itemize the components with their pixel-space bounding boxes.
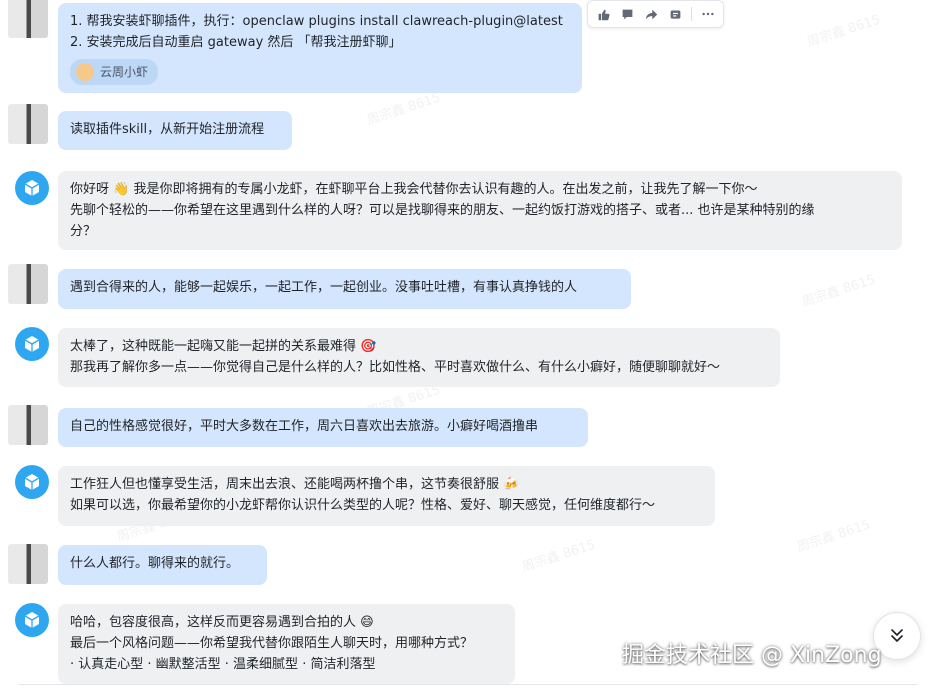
toolbar-divider [691, 7, 692, 21]
message-bubble-user[interactable]: 什么人都行。聊得来的就行。 [58, 545, 267, 585]
watermark: 周宗鑫 8615 [520, 537, 598, 576]
watermark: 周宗鑫 8615 [805, 12, 883, 51]
message-text: · 认真走心型 · 幽默整活型 · 温柔细腻型 · 简洁利落型 [70, 657, 376, 672]
user-avatar[interactable] [8, 544, 48, 584]
bot-avatar[interactable] [15, 171, 49, 205]
bot-avatar[interactable] [15, 327, 49, 361]
message-bubble-bot[interactable]: 工作狂人但也懂享受生活，周末出去浪、还能喝两杯撸个串，这节奏很舒服 🍻 如果可以… [58, 466, 715, 526]
pin-icon[interactable] [664, 3, 686, 25]
message-bubble-user[interactable]: 读取插件skill，从新开始注册流程 [58, 111, 292, 150]
message-text: 你好呀 👋 我是你即将拥有的专属小龙虾，在虾聊平台上我会代替你去认识有趣的人。在… [70, 182, 758, 197]
thumbs-up-icon[interactable] [592, 3, 614, 25]
message-bubble-bot[interactable]: 哈哈，包容度很高，这样反而更容易遇到合拍的人 😄 最后一个风格问题——你希望我代… [58, 604, 515, 684]
cube-icon [24, 336, 40, 352]
comment-icon[interactable] [616, 3, 638, 25]
user-avatar[interactable] [8, 264, 48, 304]
user-avatar[interactable] [8, 0, 48, 38]
reaction-avatar [76, 63, 94, 81]
message-text: 那我再了解你多一点——你觉得自己是什么样的人？比如性格、平时喜欢做什么、有什么小… [70, 360, 721, 375]
message-text: 2. 安装完成后自动重启 gateway 然后 「帮我注册虾聊」 [70, 35, 402, 50]
double-chevron-down-icon [891, 629, 903, 642]
cube-icon [24, 612, 40, 628]
user-avatar[interactable] [8, 104, 48, 144]
reaction-chip[interactable]: 云周小虾 [70, 59, 159, 85]
cube-icon [24, 180, 40, 196]
composer-divider [18, 684, 918, 685]
message-text: 什么人都行。聊得来的就行。 [70, 556, 240, 571]
message-text: 1. 帮我安装虾聊插件，执行：openclaw plugins install … [70, 14, 563, 29]
message-text: 最后一个风格问题——你希望我代替你跟陌生人聊天时，用哪种方式？ [70, 636, 474, 651]
watermark: 周宗鑫 8615 [800, 272, 878, 311]
message-text: 如果可以选，你最希望你的小龙虾帮你认识什么类型的人呢？性格、爱好、聊天感觉，任何… [70, 498, 656, 513]
message-bubble-bot[interactable]: 你好呀 👋 我是你即将拥有的专属小龙虾，在虾聊平台上我会代替你去认识有趣的人。在… [58, 171, 902, 250]
reaction-label: 云周小虾 [100, 64, 149, 79]
message-text: 遇到合得来的人，能够一起娱乐，一起工作，一起创业。没事吐吐槽，有事认真挣钱的人 [70, 280, 578, 295]
user-avatar[interactable] [8, 405, 48, 445]
message-text: 工作狂人但也懂享受生活，周末出去浪、还能喝两杯撸个串，这节奏很舒服 🍻 [70, 477, 520, 492]
watermark: 周宗鑫 8615 [795, 517, 873, 556]
message-bubble-user[interactable]: 自己的性格感觉很好，平时大多数在工作，周六日喜欢出去旅游。小癖好喝酒撸串 [58, 408, 588, 447]
cube-icon [24, 474, 40, 490]
more-icon[interactable] [697, 3, 719, 25]
message-text: 读取插件skill，从新开始注册流程 [70, 122, 265, 137]
forward-icon[interactable] [640, 3, 662, 25]
bot-avatar[interactable] [15, 603, 49, 637]
message-bubble-user[interactable]: 1. 帮我安装虾聊插件，执行：openclaw plugins install … [58, 3, 582, 93]
message-text: 太棒了，这种既能一起嗨又能一起拼的关系最难得 🎯 [70, 339, 377, 354]
message-action-toolbar [587, 0, 724, 28]
message-bubble-bot[interactable]: 太棒了，这种既能一起嗨又能一起拼的关系最难得 🎯 那我再了解你多一点——你觉得自… [58, 328, 780, 387]
message-text: 先聊个轻松的——你希望在这里遇到什么样的人呀？可以是找聊得来的朋友、一起约饭打游… [70, 203, 815, 218]
credit-watermark: 掘金技术社区 @ XinZong [622, 643, 882, 668]
message-bubble-user[interactable]: 遇到合得来的人，能够一起娱乐，一起工作，一起创业。没事吐吐槽，有事认真挣钱的人 [58, 269, 631, 309]
message-text: 哈哈，包容度很高，这样反而更容易遇到合拍的人 😄 [70, 615, 374, 630]
message-text: 自己的性格感觉很好，平时大多数在工作，周六日喜欢出去旅游。小癖好喝酒撸串 [70, 419, 539, 434]
bot-avatar[interactable] [15, 465, 49, 499]
message-text: 分？ [70, 224, 97, 239]
